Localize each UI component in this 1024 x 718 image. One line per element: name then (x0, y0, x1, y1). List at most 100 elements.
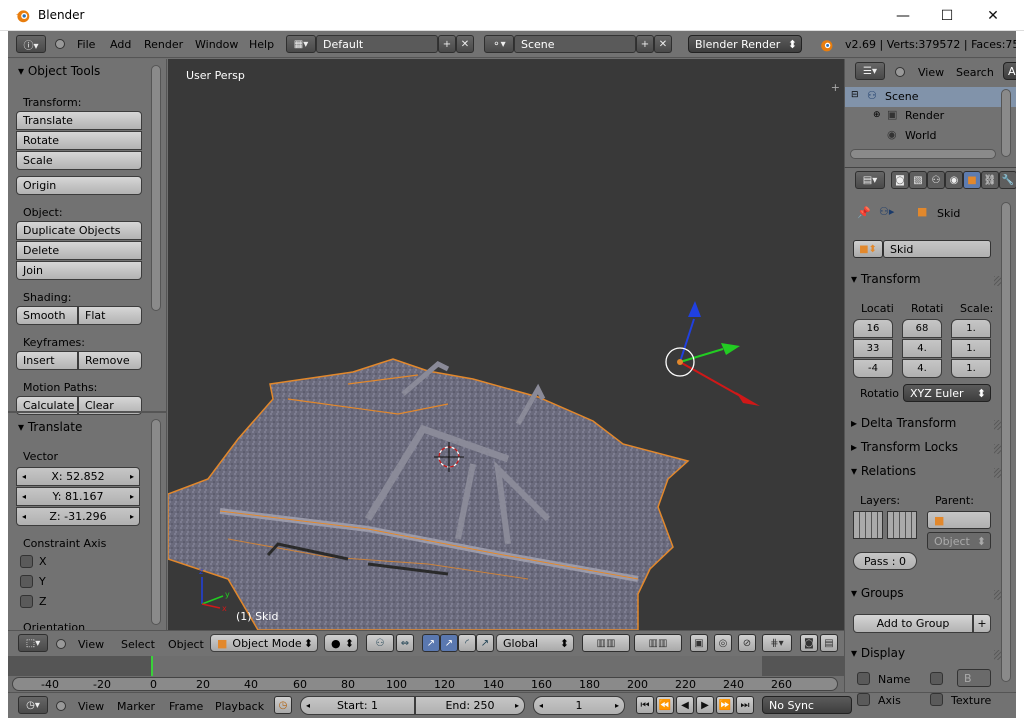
outliner-item-render[interactable]: Render (905, 109, 944, 122)
pin-icon[interactable]: 📌 (857, 206, 871, 219)
scene-tab-icon[interactable]: ⚇ (927, 171, 945, 189)
parent-type-select[interactable]: Object ⬍ (927, 532, 991, 550)
bounds-type-select[interactable]: B (957, 669, 991, 687)
origin-button[interactable]: Origin (16, 176, 142, 195)
rotation-z-field[interactable]: 4. (902, 359, 942, 378)
menu-search[interactable]: Search (956, 66, 994, 79)
timeline-scrollbar[interactable]: -40 -20 0 20 40 60 80 100 120 140 160 18… (12, 677, 838, 691)
delete-layout-icon[interactable]: ✕ (456, 35, 474, 53)
scale-y-field[interactable]: 1. (951, 339, 991, 358)
modifiers-tab-icon[interactable]: 🔧 (999, 171, 1016, 189)
menu-add[interactable]: Add (110, 38, 131, 51)
next-keyframe-icon[interactable]: ⏩ (716, 696, 734, 714)
editor-type-properties-icon[interactable]: ▤▾ (855, 171, 885, 189)
sync-mode-select[interactable]: No Sync (762, 696, 852, 714)
outliner-row-selected[interactable]: ⊟ ⚇ Scene (845, 87, 1016, 107)
decrement-arrow-icon[interactable]: ◂ (539, 701, 543, 710)
operator-panel-scrollbar[interactable] (151, 419, 161, 625)
vector-x-field[interactable]: ◂ X: 52.852 ▸ (16, 467, 140, 486)
display-texture-checkbox[interactable] (930, 693, 943, 706)
object-tools-panel-title[interactable]: ▾ Object Tools (18, 64, 100, 78)
relations-section-header[interactable]: ▾ Relations (851, 464, 916, 478)
editor-type-3dview-icon[interactable]: ⬚▾ (18, 634, 48, 652)
editor-type-info-icon[interactable]: ⓘ▾ (16, 35, 46, 53)
pivot-point-icon[interactable]: ⚇ (366, 634, 394, 652)
scene-selector-icon[interactable]: ⚬▾ (484, 35, 514, 53)
translate-manipulator-icon[interactable]: ↗ (440, 634, 458, 652)
constraint-x-checkbox[interactable] (20, 555, 33, 568)
proportional-editing-icon[interactable]: ◎ (714, 634, 732, 652)
scale-button[interactable]: Scale (16, 151, 142, 170)
rotate-button[interactable]: Rotate (16, 131, 142, 150)
collapse-menus-icon[interactable] (55, 39, 65, 49)
menu-view[interactable]: View (918, 66, 944, 79)
lock-layers-icon[interactable]: ▣ (690, 634, 708, 652)
scene-layers-icon[interactable]: ▥▥ (634, 634, 682, 652)
operator-panel-title[interactable]: ▾ Translate (18, 420, 82, 434)
maximize-button[interactable]: ☐ (924, 0, 970, 31)
jump-end-icon[interactable]: ⏭ (736, 696, 754, 714)
screen-layout-field[interactable]: Default (316, 35, 438, 53)
decrement-arrow-icon[interactable]: ◂ (306, 701, 310, 710)
scale-manipulator-icon[interactable]: ↗ (476, 634, 494, 652)
scene-layers-icon[interactable]: ▥▥ (582, 634, 630, 652)
render-animation-icon[interactable]: ▤ (820, 634, 838, 652)
menu-window[interactable]: Window (195, 38, 238, 51)
menu-object[interactable]: Object (168, 638, 204, 651)
play-icon[interactable]: ▶ (696, 696, 714, 714)
layers-grid[interactable] (853, 511, 883, 539)
collapse-menus-icon[interactable] (56, 701, 66, 711)
jump-start-icon[interactable]: ⏮ (636, 696, 654, 714)
increment-arrow-icon[interactable]: ▸ (615, 701, 619, 710)
layers-grid[interactable] (887, 511, 917, 539)
snap-element-icon[interactable]: ⋕▾ (762, 634, 792, 652)
menu-render[interactable]: Render (144, 38, 183, 51)
display-axis-checkbox[interactable] (857, 693, 870, 706)
editor-type-outliner-icon[interactable]: ☰▾ (855, 62, 885, 80)
editor-type-timeline-icon[interactable]: ◷▾ (18, 696, 48, 714)
manipulator-only-icon[interactable]: ⇔ (396, 634, 414, 652)
increment-arrow-icon[interactable]: ▸ (130, 472, 134, 481)
display-section-header[interactable]: ▾ Display (851, 646, 905, 660)
rotation-y-field[interactable]: 4. (902, 339, 942, 358)
delete-button[interactable]: Delete (16, 241, 142, 260)
constraint-y-checkbox[interactable] (20, 575, 33, 588)
collapse-menus-icon[interactable] (895, 67, 905, 77)
play-reverse-icon[interactable]: ◀ (676, 696, 694, 714)
prev-keyframe-icon[interactable]: ⏪ (656, 696, 674, 714)
properties-scrollbar[interactable] (1001, 202, 1011, 682)
location-y-field[interactable]: 33 (853, 339, 893, 358)
display-name-checkbox[interactable] (857, 672, 870, 685)
current-frame-field[interactable]: ◂ 1 ▸ (533, 696, 625, 715)
transform-orientation-select[interactable]: Global ⬍ (496, 634, 574, 652)
constraints-tab-icon[interactable]: ⛓ (981, 171, 999, 189)
close-button[interactable]: ✕ (970, 0, 1016, 31)
tool-shelf-scrollbar[interactable] (151, 65, 161, 311)
menu-view[interactable]: View (78, 638, 104, 651)
object-tab-icon[interactable]: ■ (963, 171, 981, 189)
minimize-button[interactable]: — (880, 0, 926, 31)
render-still-icon[interactable]: ◙ (800, 634, 818, 652)
delete-scene-icon[interactable]: ✕ (654, 35, 672, 53)
object-datablock-icon[interactable]: ■⬍ (853, 240, 883, 258)
current-frame-marker[interactable] (151, 656, 153, 676)
timeline-ruler[interactable]: -40 -20 0 20 40 60 80 100 120 140 160 18… (8, 656, 844, 692)
scale-x-field[interactable]: 1. (951, 319, 991, 338)
transform-locks-section-header[interactable]: ▸ Transform Locks (851, 440, 958, 454)
decrement-arrow-icon[interactable]: ◂ (22, 512, 26, 521)
expand-toggle-icon[interactable]: ⊕ (873, 110, 881, 120)
menu-playback[interactable]: Playback (215, 700, 264, 713)
rotation-x-field[interactable]: 68 (902, 319, 942, 338)
add-to-group-button[interactable]: Add to Group (853, 614, 973, 633)
transform-section-header[interactable]: ▾ Transform (851, 272, 921, 286)
outliner-item-scene[interactable]: Scene (885, 90, 919, 103)
groups-section-header[interactable]: ▾ Groups (851, 586, 904, 600)
outliner-vertical-scrollbar[interactable] (1001, 89, 1011, 157)
join-button[interactable]: Join (16, 261, 142, 280)
pass-index-field[interactable]: Pass : 0 (853, 552, 917, 570)
duplicate-objects-button[interactable]: Duplicate Objects (16, 221, 142, 240)
menu-select[interactable]: Select (121, 638, 155, 651)
viewport-shading-select[interactable]: ● ⬍ (324, 634, 358, 652)
insert-keyframe-button[interactable]: Insert (16, 351, 78, 370)
scale-z-field[interactable]: 1. (951, 359, 991, 378)
